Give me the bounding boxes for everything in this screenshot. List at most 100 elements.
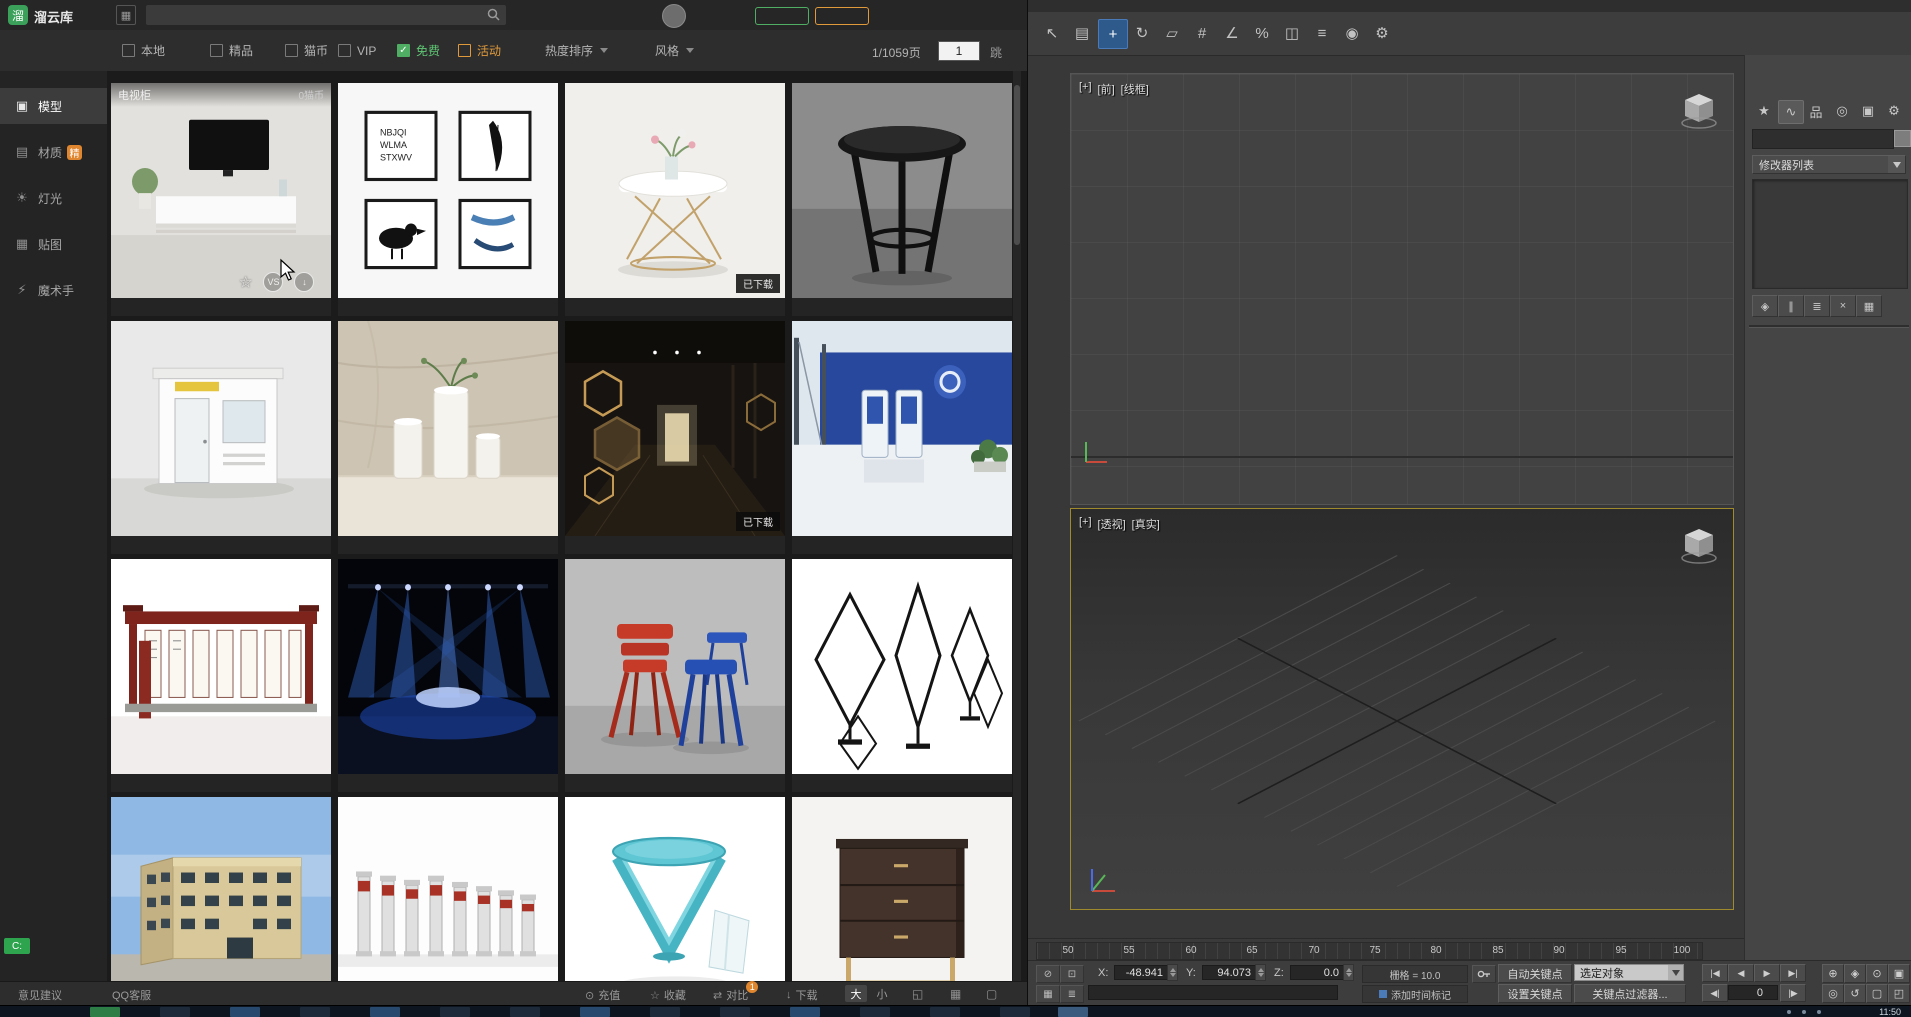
- percent-snap-icon[interactable]: %: [1248, 19, 1276, 47]
- go-to-end-button[interactable]: ▶|: [1780, 964, 1806, 982]
- viewport-shading-menu[interactable]: [线框]: [1121, 81, 1149, 97]
- tray-icon[interactable]: [1817, 1010, 1821, 1014]
- track-bar[interactable]: 50 55 60 65 70 75 80 85 90 95 100: [1028, 938, 1744, 961]
- set-key-button[interactable]: 设置关键点: [1498, 984, 1572, 1003]
- filter-premium[interactable]: 精品: [210, 30, 253, 71]
- taskbar-item[interactable]: [860, 1007, 890, 1017]
- tab-hierarchy[interactable]: 品: [1804, 100, 1828, 122]
- viewport-view-menu[interactable]: [前]: [1098, 81, 1115, 97]
- select-by-name-icon[interactable]: ▤: [1068, 19, 1096, 47]
- y-spinner[interactable]: [1255, 964, 1266, 981]
- model-card-picture-frames[interactable]: NBJQI WLMA STXWV: [338, 83, 558, 316]
- render-setup-icon[interactable]: ⚙: [1368, 19, 1396, 47]
- x-spinner[interactable]: [1167, 964, 1178, 981]
- viewport-view-menu[interactable]: [透视]: [1098, 516, 1126, 532]
- isolate-selection-icon[interactable]: ⊘: [1036, 965, 1060, 983]
- zoom-region-icon[interactable]: ▣: [1888, 964, 1910, 983]
- modifier-list-dropdown[interactable]: 修改器列表: [1752, 155, 1906, 174]
- thumbnail-size-small[interactable]: 小: [871, 985, 893, 1002]
- expand-icon[interactable]: ◱: [912, 987, 923, 1001]
- viewport-perspective[interactable]: [+] [透视] [真实]: [1070, 508, 1734, 910]
- window-mode-icon[interactable]: ▢: [986, 987, 997, 1001]
- taskbar-item[interactable]: [930, 1007, 960, 1017]
- model-card-stage-lighting[interactable]: [338, 559, 558, 792]
- snaps-toggle-icon[interactable]: #: [1188, 19, 1216, 47]
- model-card-dark-corridor[interactable]: 已下载: [565, 321, 785, 554]
- category-menu-button[interactable]: ▦: [116, 5, 136, 25]
- sidebar-item-models[interactable]: ▣ 模型: [0, 88, 107, 124]
- listener-icon[interactable]: ≣: [1060, 985, 1084, 1003]
- model-card-black-tray-table[interactable]: [792, 83, 1012, 316]
- page-input[interactable]: [938, 41, 980, 61]
- remove-modifier-icon[interactable]: ×: [1830, 295, 1856, 317]
- zoom-all-icon[interactable]: ◈: [1844, 964, 1866, 983]
- taskbar-item[interactable]: [440, 1007, 470, 1017]
- sidebar-item-magic-hand[interactable]: ⚡ 魔术手: [0, 272, 107, 308]
- angle-snap-icon[interactable]: ∠: [1218, 19, 1246, 47]
- layout-grid-icon[interactable]: ▦: [950, 987, 961, 1001]
- field-of-view-icon[interactable]: ◎: [1822, 984, 1844, 1003]
- downloads-button[interactable]: ↓ 下载: [786, 987, 818, 1003]
- taskbar-item[interactable]: [510, 1007, 540, 1017]
- zoom-icon[interactable]: ⊕: [1822, 964, 1844, 983]
- filter-free[interactable]: ✓ 免费: [397, 30, 440, 71]
- titlebar-green-button[interactable]: [755, 7, 809, 25]
- filter-coin[interactable]: 猫币: [285, 30, 328, 71]
- timeline-ruler[interactable]: 50 55 60 65 70 75 80 85 90 95 100: [1036, 942, 1703, 960]
- select-and-scale-icon[interactable]: ▱: [1158, 19, 1186, 47]
- taskbar-item-active[interactable]: [1058, 1007, 1088, 1017]
- checkbox-icon[interactable]: [122, 44, 135, 57]
- sidebar-item-materials[interactable]: ▤ 材质 精: [0, 134, 107, 170]
- checkbox-icon[interactable]: [285, 44, 298, 57]
- tab-utilities[interactable]: ⚙: [1882, 100, 1906, 122]
- previous-frame-button[interactable]: ◀: [1728, 964, 1754, 982]
- tab-modify[interactable]: ∿: [1778, 100, 1804, 124]
- page-jump-button[interactable]: 跳: [990, 44, 1002, 61]
- grid-toggle-icon[interactable]: ▦: [1036, 985, 1060, 1003]
- model-card-metal-frame-decor[interactable]: [792, 559, 1012, 792]
- model-card-ceramic-vases[interactable]: [338, 321, 558, 554]
- checkbox-icon[interactable]: [458, 44, 471, 57]
- model-card-white-side-table[interactable]: 已下载: [565, 83, 785, 316]
- model-card-blue-exhibition-hall[interactable]: [792, 321, 1012, 554]
- sidebar-item-lights[interactable]: ☀ 灯光: [0, 180, 107, 216]
- taskbar-item[interactable]: [1000, 1007, 1030, 1017]
- filter-event[interactable]: 活动: [458, 30, 501, 71]
- grid-scrollbar-thumb[interactable]: [1014, 85, 1020, 245]
- taskbar-item[interactable]: [370, 1007, 400, 1017]
- compare-button[interactable]: ⇄ 对比 1: [713, 987, 748, 1003]
- maximize-viewport-icon[interactable]: ◰: [1888, 984, 1910, 1003]
- taskbar-item[interactable]: [300, 1007, 330, 1017]
- taskbar-item[interactable]: [580, 1007, 610, 1017]
- checkbox-icon[interactable]: [210, 44, 223, 57]
- orbit-icon[interactable]: ↺: [1844, 984, 1866, 1003]
- viewport-shading-menu[interactable]: [真实]: [1132, 516, 1160, 532]
- model-card-teal-side-table[interactable]: [565, 797, 785, 981]
- style-dropdown[interactable]: 风格: [655, 30, 694, 71]
- object-name-field[interactable]: [1752, 129, 1894, 149]
- checkbox-icon[interactable]: [338, 44, 351, 57]
- search-input[interactable]: [154, 7, 478, 25]
- taskbar-item[interactable]: [160, 1007, 190, 1017]
- tray-icon[interactable]: [1787, 1010, 1791, 1014]
- user-avatar[interactable]: [662, 4, 686, 28]
- align-icon[interactable]: ≡: [1308, 19, 1336, 47]
- go-to-start-button[interactable]: |◀: [1702, 964, 1728, 982]
- make-unique-icon[interactable]: ≣: [1804, 295, 1830, 317]
- z-spinner[interactable]: [1343, 964, 1354, 981]
- viewcube[interactable]: [1679, 523, 1719, 567]
- add-time-tag[interactable]: 添加时间标记: [1362, 985, 1468, 1003]
- mirror-icon[interactable]: ◫: [1278, 19, 1306, 47]
- download-icon[interactable]: ↓: [294, 272, 314, 292]
- search-icon[interactable]: [487, 8, 500, 26]
- taskbar-item[interactable]: [230, 1007, 260, 1017]
- model-card-office-building[interactable]: [111, 797, 331, 981]
- key-filter-target-dropdown[interactable]: 选定对象: [1574, 964, 1684, 981]
- configure-sets-icon[interactable]: ▦: [1856, 295, 1882, 317]
- viewport-front[interactable]: [+] [前] [线框]: [1070, 73, 1734, 505]
- viewport-menu-plus[interactable]: [+]: [1079, 516, 1092, 532]
- key-filters-button[interactable]: 关键点过滤器...: [1574, 984, 1686, 1003]
- recharge-button[interactable]: ⊙ 充值: [585, 987, 620, 1003]
- modifier-stack-list[interactable]: [1752, 179, 1908, 289]
- select-and-move-icon[interactable]: +: [1098, 19, 1128, 49]
